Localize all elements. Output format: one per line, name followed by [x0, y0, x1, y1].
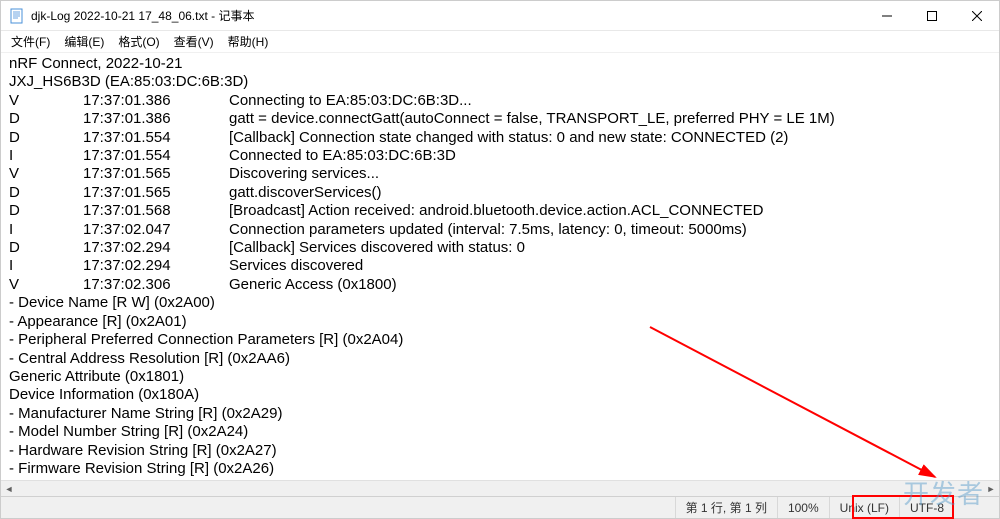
menubar: 文件(F) 编辑(E) 格式(O) 查看(V) 帮助(H) — [1, 31, 999, 53]
window-title: djk-Log 2022-10-21 17_48_06.txt - 记事本 — [31, 7, 864, 24]
minimize-button[interactable] — [864, 1, 909, 30]
body-line: - Central Address Resolution [R] (0x2AA6… — [9, 350, 991, 368]
body-line: Device Information (0x180A) — [9, 386, 991, 404]
log-timestamp: 17:37:01.386 — [83, 92, 229, 110]
log-level: D — [9, 202, 83, 220]
log-timestamp: 17:37:01.386 — [83, 110, 229, 128]
log-level: D — [9, 184, 83, 202]
horizontal-scrollbar[interactable]: ◄ ► — [1, 480, 999, 496]
log-level: V — [9, 276, 83, 294]
titlebar: djk-Log 2022-10-21 17_48_06.txt - 记事本 — [1, 1, 999, 31]
log-message: gatt = device.connectGatt(autoConnect = … — [229, 110, 991, 128]
log-row: V17:37:01.386Connecting to EA:85:03:DC:6… — [9, 92, 991, 110]
log-row: D17:37:02.294[Callback] Services discove… — [9, 239, 991, 257]
log-level: I — [9, 147, 83, 165]
scroll-left-arrow-icon[interactable]: ◄ — [1, 481, 17, 497]
log-row: V17:37:01.565Discovering services... — [9, 165, 991, 183]
log-row: I17:37:02.294Services discovered — [9, 257, 991, 275]
log-level: D — [9, 110, 83, 128]
body-line: - Model Number String [R] (0x2A24) — [9, 423, 991, 441]
scroll-right-arrow-icon[interactable]: ► — [983, 481, 999, 497]
body-line: Generic Attribute (0x1801) — [9, 368, 991, 386]
log-level: I — [9, 257, 83, 275]
log-message: [Callback] Connection state changed with… — [229, 129, 991, 147]
log-row: I17:37:02.047Connection parameters updat… — [9, 221, 991, 239]
menu-view[interactable]: 查看(V) — [168, 31, 220, 52]
log-message: [Callback] Services discovered with stat… — [229, 239, 991, 257]
status-position: 第 1 行, 第 1 列 — [675, 497, 777, 518]
header-line: JXJ_HS6B3D (EA:85:03:DC:6B:3D) — [9, 73, 991, 91]
log-message: [Broadcast] Action received: android.blu… — [229, 202, 991, 220]
log-level: D — [9, 239, 83, 257]
log-level: V — [9, 165, 83, 183]
status-encoding: UTF-8 — [899, 497, 999, 518]
close-button[interactable] — [954, 1, 999, 30]
log-timestamp: 17:37:01.568 — [83, 202, 229, 220]
statusbar: 第 1 行, 第 1 列 100% Unix (LF) UTF-8 — [1, 496, 999, 518]
log-row: D17:37:01.554[Callback] Connection state… — [9, 129, 991, 147]
notepad-window: djk-Log 2022-10-21 17_48_06.txt - 记事本 文件… — [0, 0, 1000, 519]
log-row: V17:37:02.306Generic Access (0x1800) — [9, 276, 991, 294]
log-timestamp: 17:37:01.565 — [83, 184, 229, 202]
body-line: - Firmware Revision String [R] (0x2A26) — [9, 460, 991, 478]
window-controls — [864, 1, 999, 30]
log-timestamp: 17:37:02.047 — [83, 221, 229, 239]
body-line: - Manufacturer Name String [R] (0x2A29) — [9, 405, 991, 423]
text-area[interactable]: nRF Connect, 2022-10-21 JXJ_HS6B3D (EA:8… — [1, 53, 999, 480]
status-line-ending: Unix (LF) — [829, 497, 899, 518]
log-level: D — [9, 129, 83, 147]
log-message: Discovering services... — [229, 165, 991, 183]
log-row: D17:37:01.565gatt.discoverServices() — [9, 184, 991, 202]
log-timestamp: 17:37:02.294 — [83, 239, 229, 257]
notepad-icon — [9, 8, 25, 24]
body-line: - Hardware Revision String [R] (0x2A27) — [9, 442, 991, 460]
body-line: - Appearance [R] (0x2A01) — [9, 313, 991, 331]
log-timestamp: 17:37:02.306 — [83, 276, 229, 294]
log-level: V — [9, 92, 83, 110]
log-message: Services discovered — [229, 257, 991, 275]
menu-format[interactable]: 格式(O) — [112, 31, 165, 52]
log-message: Connected to EA:85:03:DC:6B:3D — [229, 147, 991, 165]
header-line: nRF Connect, 2022-10-21 — [9, 55, 991, 73]
log-timestamp: 17:37:02.294 — [83, 257, 229, 275]
log-message: Connection parameters updated (interval:… — [229, 221, 991, 239]
log-timestamp: 17:37:01.565 — [83, 165, 229, 183]
log-level: I — [9, 221, 83, 239]
log-message: Connecting to EA:85:03:DC:6B:3D... — [229, 92, 991, 110]
log-timestamp: 17:37:01.554 — [83, 147, 229, 165]
log-timestamp: 17:37:01.554 — [83, 129, 229, 147]
menu-file[interactable]: 文件(F) — [5, 31, 56, 52]
status-zoom: 100% — [777, 497, 829, 518]
maximize-button[interactable] — [909, 1, 954, 30]
log-message: gatt.discoverServices() — [229, 184, 991, 202]
menu-edit[interactable]: 编辑(E) — [58, 31, 110, 52]
log-row: D17:37:01.568[Broadcast] Action received… — [9, 202, 991, 220]
body-line: - Device Name [R W] (0x2A00) — [9, 294, 991, 312]
log-row: D17:37:01.386gatt = device.connectGatt(a… — [9, 110, 991, 128]
log-row: I17:37:01.554Connected to EA:85:03:DC:6B… — [9, 147, 991, 165]
body-line: - Peripheral Preferred Connection Parame… — [9, 331, 991, 349]
log-message: Generic Access (0x1800) — [229, 276, 991, 294]
menu-help[interactable]: 帮助(H) — [222, 31, 275, 52]
